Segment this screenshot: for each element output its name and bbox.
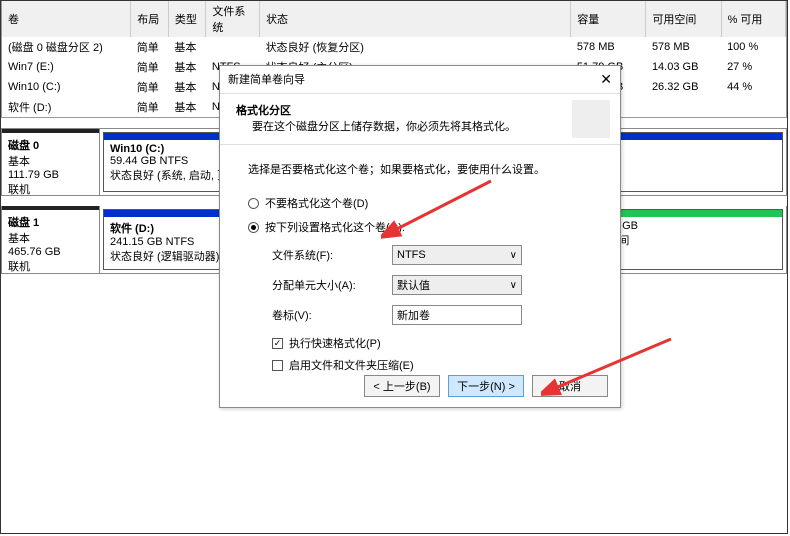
disk-type: 基本 [8,153,93,169]
chevron-down-icon: ∨ [510,280,517,291]
col-type[interactable]: 类型 [168,1,206,37]
radio-icon [248,222,259,233]
col-layout[interactable]: 布局 [131,1,169,37]
cell-free: 578 MB [646,37,721,57]
dialog-description: 选择是否要格式化这个卷；如果要格式化，要使用什么设置。 [248,161,592,177]
disk-header-0[interactable]: 磁盘 0 基本 111.79 GB 联机 [2,129,100,195]
back-button[interactable]: < 上一步(B) [364,375,440,397]
compress-checkbox[interactable]: 启用文件和文件夹压缩(E) [272,357,592,373]
checkbox-icon: ✓ [272,338,283,349]
banner-title: 格式化分区 [236,102,604,118]
cell-free [646,97,721,117]
banner-icon [572,100,610,138]
cell-pct: 27 % [721,57,785,77]
table-row[interactable]: (磁盘 0 磁盘分区 2)简单基本状态良好 (恢复分区)578 MB578 MB… [2,37,786,57]
cell-layout: 简单 [131,77,169,97]
quick-format-checkbox[interactable]: ✓ 执行快速格式化(P) [272,335,592,351]
select-value: NTFS [397,249,426,261]
volume-label-input[interactable]: 新加卷 [392,305,522,325]
radio-icon [248,198,259,209]
cell-free: 26.32 GB [646,77,721,97]
dialog-title: 新建简单卷向导 [228,71,305,88]
close-icon[interactable]: ✕ [600,71,612,88]
filesystem-select[interactable]: NTFS ∨ [392,245,522,265]
disk-type: 基本 [8,230,93,246]
radio-no-format[interactable]: 不要格式化这个卷(D) [248,195,592,211]
disk-state: 联机 [8,258,93,274]
filesystem-label: 文件系统(F): [272,247,392,263]
checkbox-label: 启用文件和文件夹压缩(E) [289,357,414,373]
cell-type: 基本 [168,77,206,97]
cell-pct: 44 % [721,77,785,97]
checkbox-icon [272,360,283,371]
new-simple-volume-wizard-dialog: 新建简单卷向导 ✕ 格式化分区 要在这个磁盘分区上储存数据，你必须先将其格式化。… [219,65,621,408]
select-value: 默认值 [397,277,430,293]
disk-name: 磁盘 1 [8,214,93,230]
disk-size: 465.76 GB [8,246,93,258]
cell-volume: (磁盘 0 磁盘分区 2) [2,37,131,57]
cell-pct: 100 % [721,37,785,57]
cell-volume: Win10 (C:) [2,77,131,97]
radio-label: 不要格式化这个卷(D) [265,195,368,211]
cell-volume: 软件 (D:) [2,97,131,117]
cell-type: 基本 [168,57,206,77]
cell-layout: 简单 [131,57,169,77]
cell-free: 14.03 GB [646,57,721,77]
volume-label-label: 卷标(V): [272,307,392,323]
chevron-down-icon: ∨ [510,250,517,261]
col-status[interactable]: 状态 [260,1,571,37]
radio-format[interactable]: 按下列设置格式化这个卷(O): [248,219,592,235]
col-volume[interactable]: 卷 [2,1,131,37]
disk-size: 111.79 GB [8,169,93,181]
allocation-label: 分配单元大小(A): [272,277,392,293]
cell-layout: 简单 [131,97,169,117]
col-free[interactable]: 可用空间 [646,1,721,37]
dialog-banner: 格式化分区 要在这个磁盘分区上储存数据，你必须先将其格式化。 [220,93,620,145]
checkbox-label: 执行快速格式化(P) [289,335,381,351]
banner-subtitle: 要在这个磁盘分区上储存数据，你必须先将其格式化。 [236,118,604,134]
next-button[interactable]: 下一步(N) > [448,375,524,397]
disk-header-1[interactable]: 磁盘 1 基本 465.76 GB 联机 [2,206,100,273]
col-fs[interactable]: 文件系统 [206,1,260,37]
cell-layout: 简单 [131,37,169,57]
disk-name: 磁盘 0 [8,137,93,153]
cell-volume: Win7 (E:) [2,57,131,77]
allocation-select[interactable]: 默认值 ∨ [392,275,522,295]
disk-state: 联机 [8,181,93,197]
col-pct[interactable]: % 可用 [721,1,785,37]
cell-fs [206,37,260,57]
cell-pct [721,97,785,117]
cell-capacity: 578 MB [571,37,646,57]
cell-type: 基本 [168,97,206,117]
cancel-button[interactable]: 取消 [532,375,608,397]
cell-type: 基本 [168,37,206,57]
cell-status: 状态良好 (恢复分区) [260,37,571,57]
col-capacity[interactable]: 容量 [571,1,646,37]
radio-label: 按下列设置格式化这个卷(O): [265,219,405,235]
